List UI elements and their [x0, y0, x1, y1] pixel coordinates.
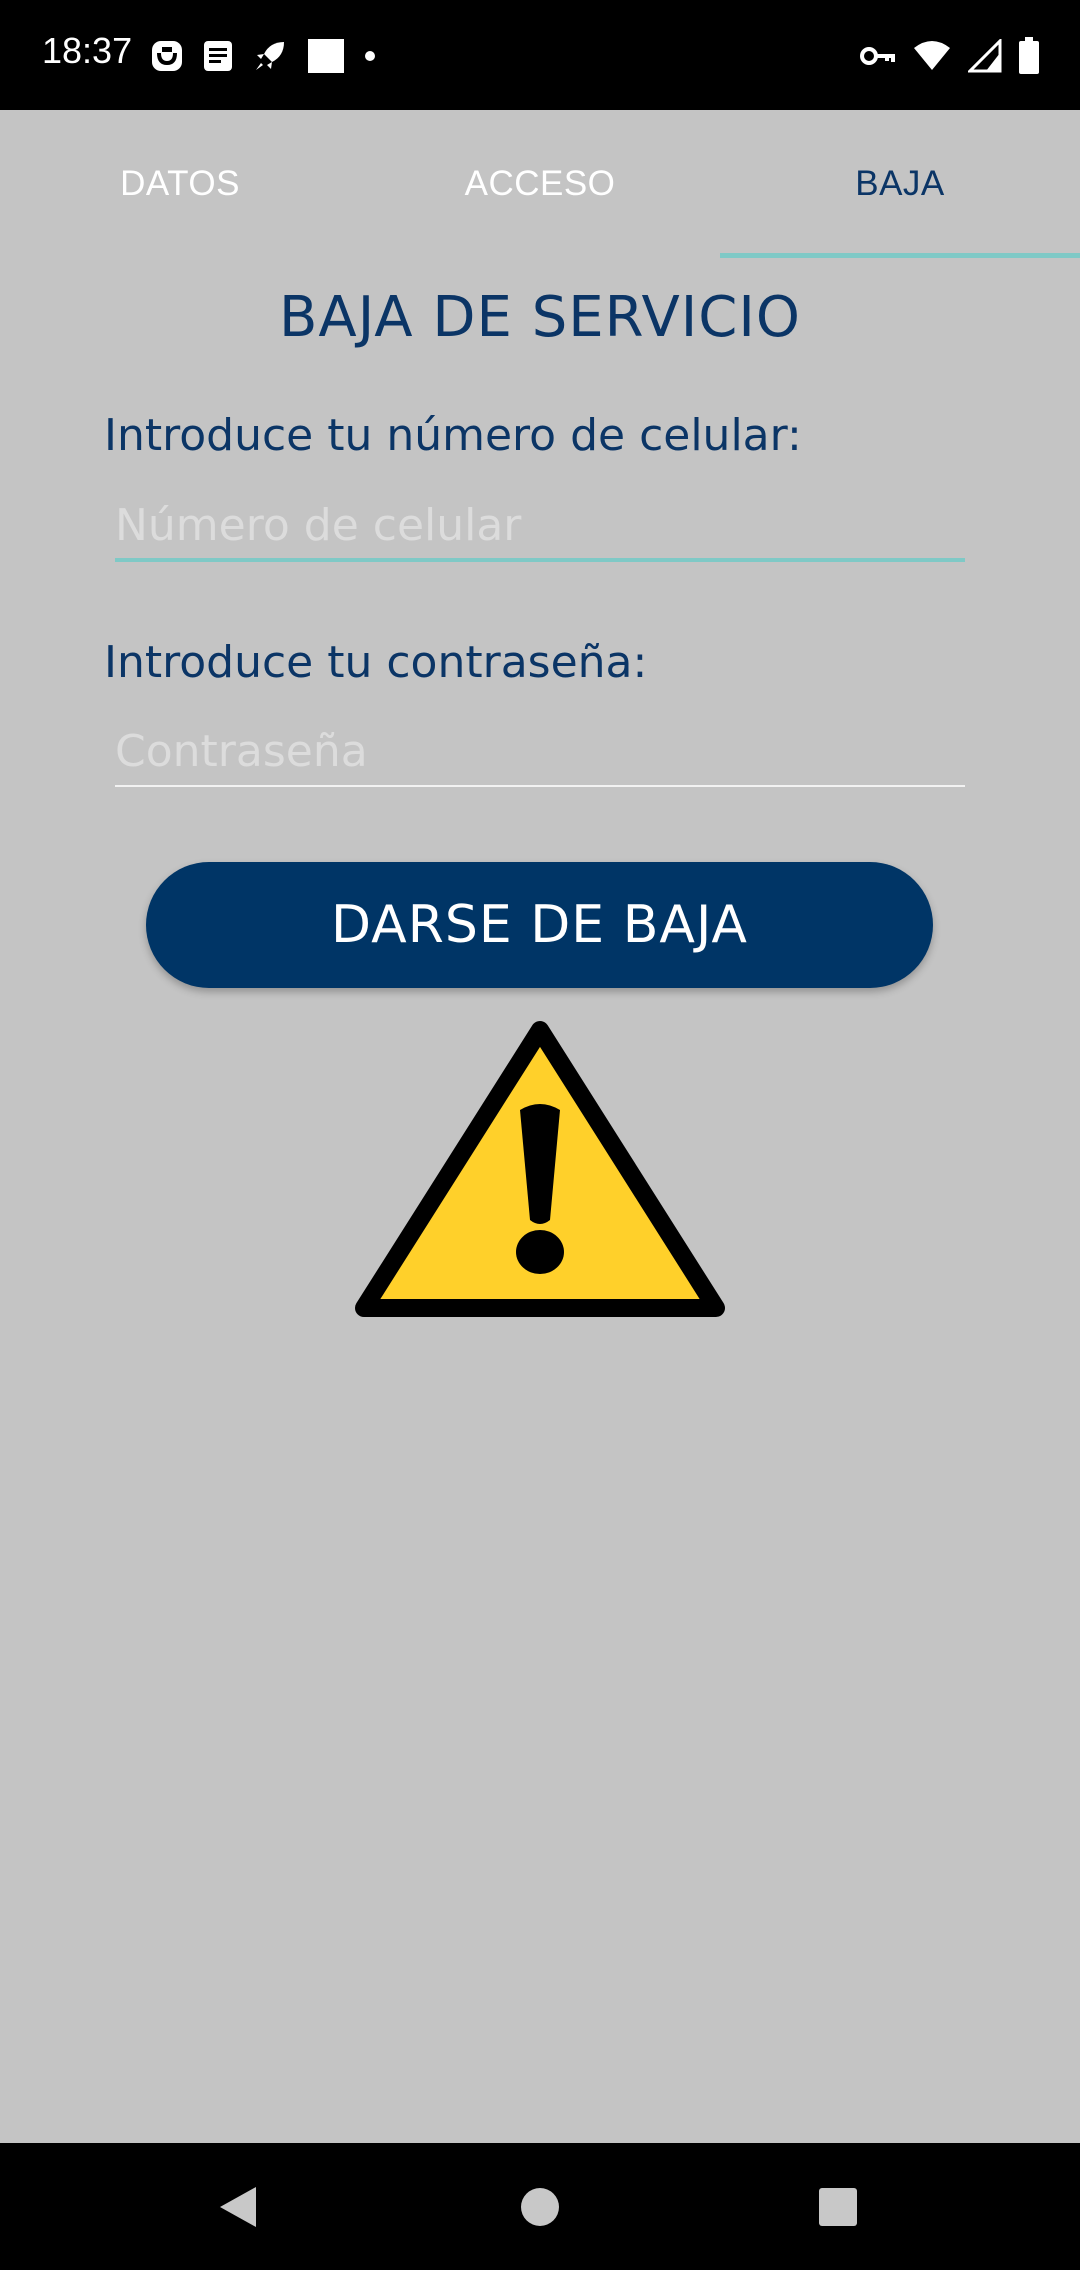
system-icons	[860, 34, 1040, 78]
active-tab-indicator	[720, 253, 1080, 258]
notification-icons	[150, 34, 376, 78]
square-app-icon	[308, 39, 344, 73]
moustache-app-icon	[152, 41, 182, 71]
phone-input-underline	[115, 558, 965, 562]
password-label: Introduce tu contraseña:	[104, 637, 648, 688]
dot-icon	[365, 51, 375, 61]
password-input-underline	[115, 785, 965, 787]
vpn-key-icon	[860, 47, 895, 65]
back-button[interactable]	[178, 2143, 298, 2270]
home-button[interactable]	[480, 2143, 600, 2270]
status-time: 18:37	[42, 30, 133, 71]
back-icon	[220, 2186, 256, 2227]
warning-triangle-icon	[355, 1021, 725, 1317]
tab-bar: DATOS ACCESO BAJA	[0, 110, 1080, 258]
home-icon	[521, 2187, 559, 2226]
rocket-icon	[256, 42, 284, 70]
unsubscribe-button[interactable]: DARSE DE BAJA	[146, 862, 933, 988]
phone-label: Introduce tu número de celular:	[104, 410, 802, 461]
page-title: BAJA DE SERVICIO	[279, 285, 801, 350]
tab-acceso[interactable]: ACCESO	[360, 110, 720, 258]
password-input[interactable]	[115, 716, 965, 786]
signal-icon	[968, 39, 1002, 73]
status-bar: 18:37	[0, 0, 1080, 110]
tab-datos[interactable]: DATOS	[0, 110, 360, 258]
wifi-icon	[914, 41, 950, 70]
recents-button[interactable]	[778, 2143, 898, 2270]
navigation-bar	[0, 2143, 1080, 2270]
tab-baja[interactable]: BAJA	[720, 110, 1080, 258]
notes-icon	[204, 41, 232, 71]
phone-input[interactable]	[115, 490, 965, 560]
battery-icon	[1019, 37, 1039, 74]
recents-icon	[819, 2187, 857, 2226]
